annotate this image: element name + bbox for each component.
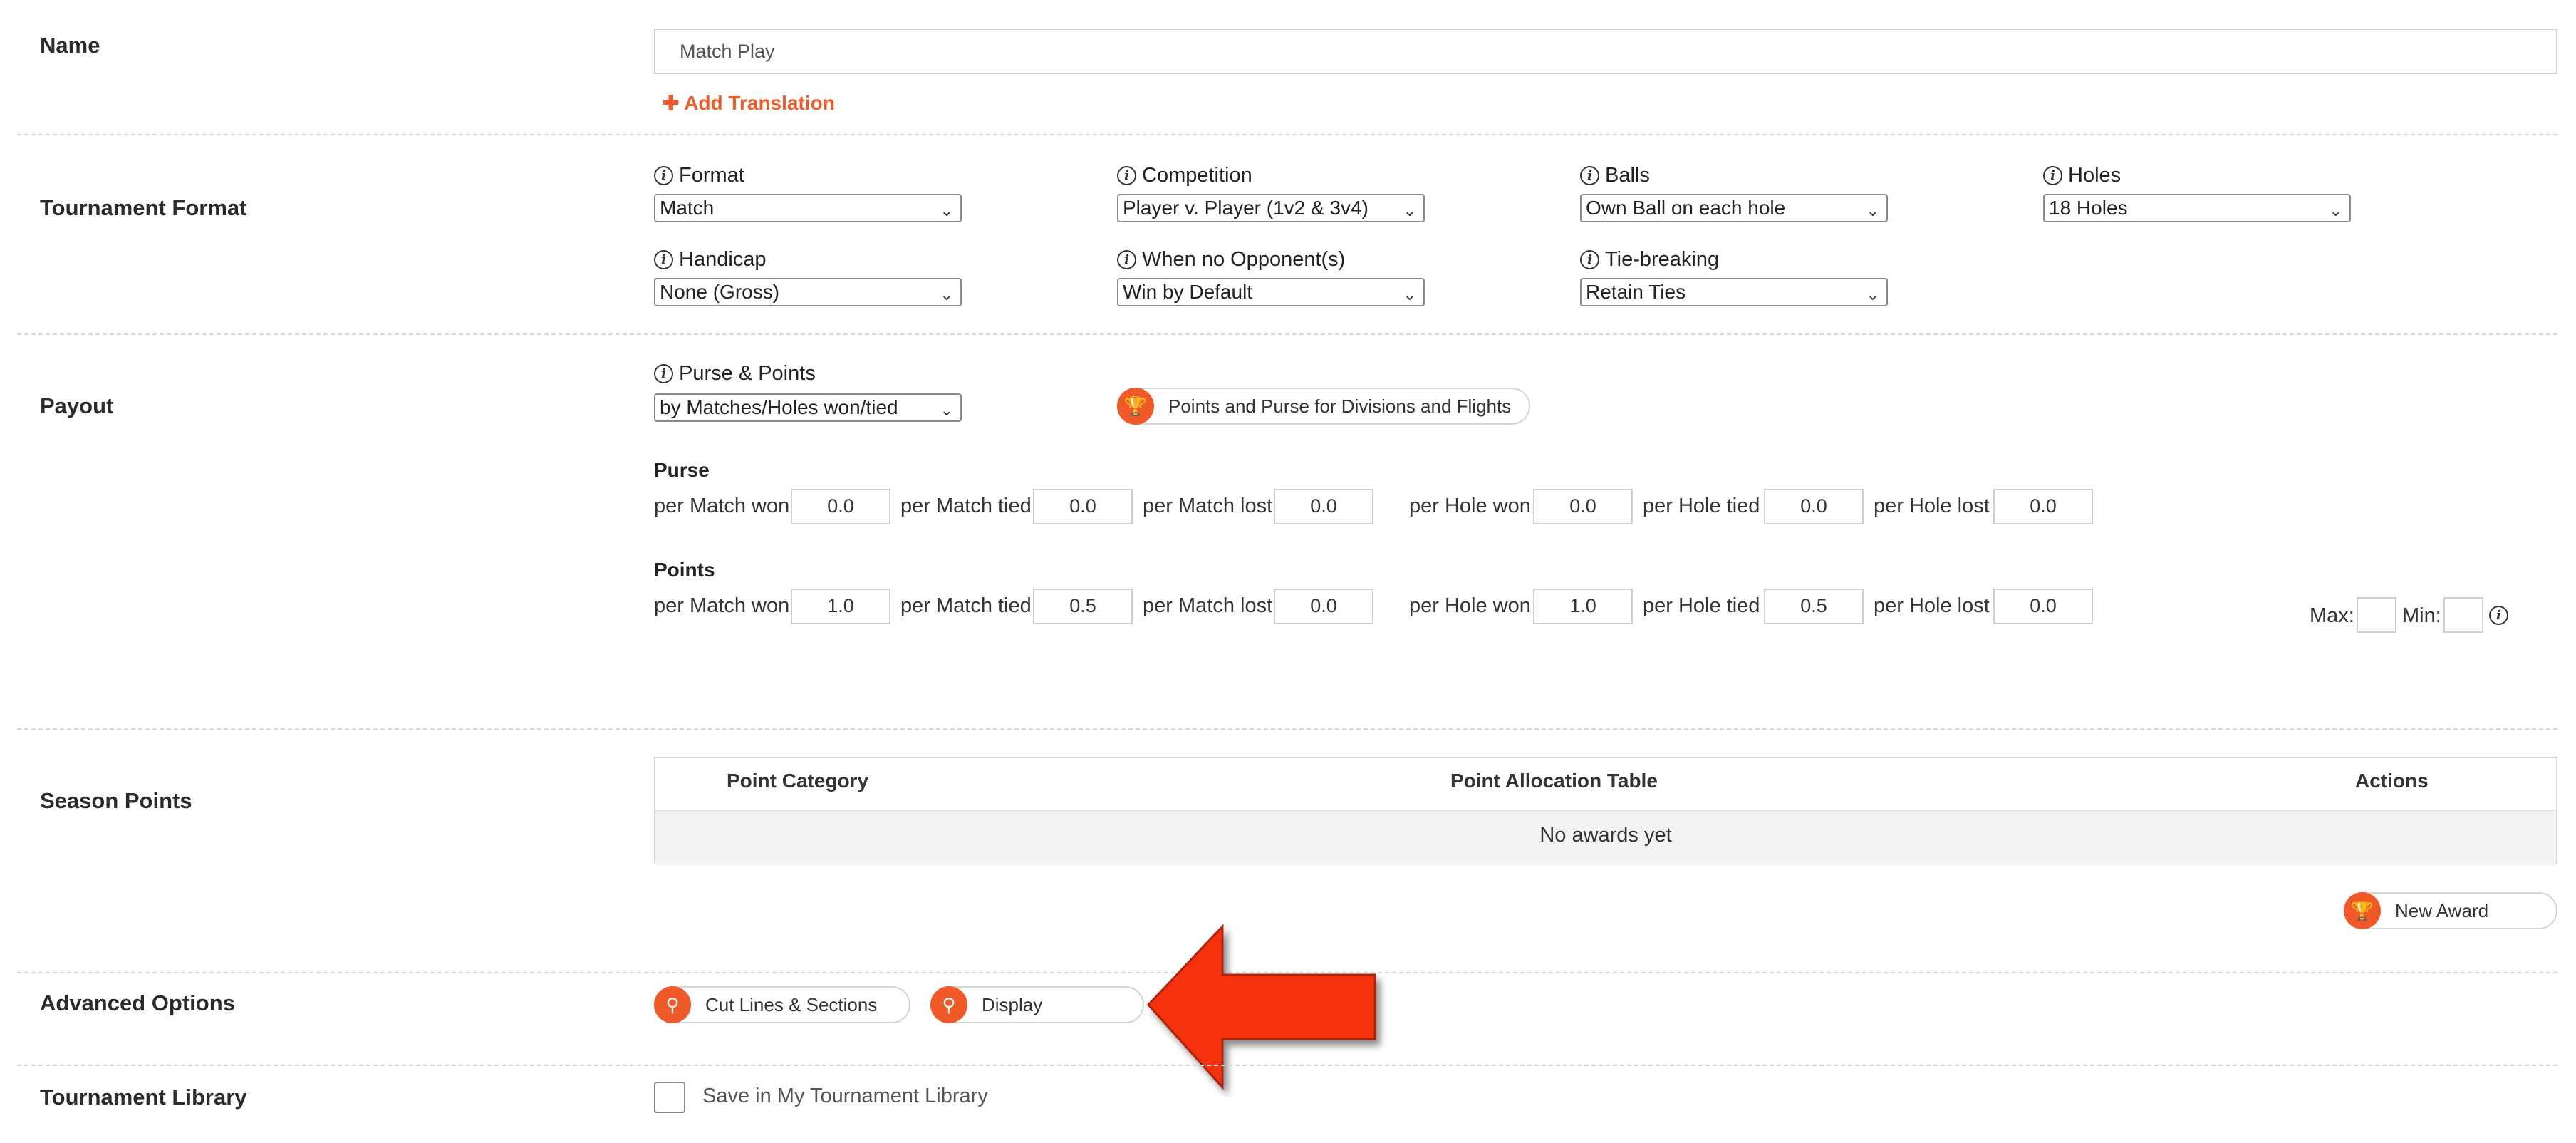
new-award-button[interactable]: 🏆 New Award [2344,892,2557,929]
points-heading: Points [654,559,715,581]
points-hole-lost-label: per Hole lost [1874,594,1990,617]
no-opponent-field-label: i When no Opponent(s) [1117,248,1345,271]
holes-select[interactable]: 18 Holes ⌄ [2043,194,2351,222]
handicap-select[interactable]: None (Gross) ⌄ [654,278,962,306]
name-section-label: Name [40,33,100,58]
chevron-down-icon: ⌄ [940,286,953,304]
handicap-field-label: i Handicap [654,248,767,271]
no-opponent-select[interactable]: Win by Default ⌄ [1117,278,1425,306]
save-library-checkbox[interactable] [654,1082,685,1113]
info-icon[interactable]: i [654,250,673,269]
points-hole-won-label: per Hole won [1409,594,1531,617]
purse-hole-won-input[interactable]: 0.0 [1533,489,1633,524]
purse-match-tied-input[interactable]: 0.0 [1033,489,1133,524]
info-icon[interactable]: i [1580,250,1599,269]
purse-hole-tied-label: per Hole tied [1643,495,1760,517]
divisions-flights-button[interactable]: 🏆 Points and Purse for Divisions and Fli… [1117,388,1530,425]
plus-icon: ✚ [663,92,680,114]
purse-match-tied-label: per Match tied [900,495,1032,517]
pin-icon: ⚲ [654,986,691,1023]
add-translation-label: Add Translation [684,92,835,114]
info-icon[interactable]: i [654,166,673,185]
season-points-table: Point Category Point Allocation Table Ac… [654,757,2557,865]
points-hole-tied-input[interactable]: 0.5 [1764,589,1864,624]
chevron-down-icon: ⌄ [1403,286,1416,304]
points-match-tied-label: per Match tied [900,594,1032,617]
info-icon[interactable]: i [1117,250,1136,269]
purse-points-field-label: i Purse & Points [654,362,816,386]
save-library-checkbox-label[interactable]: Save in My Tournament Library [702,1085,988,1108]
purse-heading: Purse [654,459,710,481]
competition-field-label: i Competition [1117,164,1252,187]
purse-match-lost-input[interactable]: 0.0 [1274,489,1373,524]
points-match-won-input[interactable]: 1.0 [791,589,890,624]
purse-hole-lost-input[interactable]: 0.0 [1993,489,2093,524]
annotation-arrow [1146,924,1376,1090]
points-max-label: Max: [2310,604,2354,627]
tournament-format-label: Tournament Format [40,195,247,220]
empty-state-text: No awards yet [1539,824,1672,847]
purse-points-select[interactable]: by Matches/Holes won/tied ⌄ [654,393,962,422]
info-icon[interactable]: i [2043,166,2062,185]
advanced-options-label: Advanced Options [40,991,235,1015]
purse-match-won-input[interactable]: 0.0 [791,489,890,524]
chevron-down-icon: ⌄ [2329,202,2342,219]
points-min-label: Min: [2402,604,2441,627]
section-divider [17,1065,2557,1066]
info-icon[interactable]: i [1580,166,1599,185]
cut-lines-button[interactable]: ⚲ Cut Lines & Sections [654,986,910,1023]
chevron-down-icon: ⌄ [1866,202,1879,219]
points-match-tied-input[interactable]: 0.5 [1033,589,1133,624]
pin-icon: ⚲ [930,986,967,1023]
holes-field-label: i Holes [2043,164,2121,187]
column-header-point-category: Point Category [727,770,869,792]
info-icon[interactable]: i [2489,606,2508,625]
section-divider [17,728,2557,730]
table-empty-row: No awards yet [655,810,2556,865]
add-translation-link[interactable]: ✚ Add Translation [663,91,835,115]
info-icon[interactable]: i [654,364,673,383]
chevron-down-icon: ⌄ [1403,202,1416,219]
column-header-actions: Actions [2355,770,2429,792]
section-divider [17,333,2557,335]
column-header-point-allocation: Point Allocation Table [1450,770,1658,792]
purse-hole-tied-input[interactable]: 0.0 [1764,489,1864,524]
chevron-down-icon: ⌄ [940,401,953,419]
display-button[interactable]: ⚲ Display [930,986,1144,1023]
trophy-icon: 🏆 [2344,892,2381,929]
section-divider [17,134,2557,135]
purse-match-lost-label: per Match lost [1143,495,1273,517]
payout-label: Payout [40,393,114,418]
purse-hole-won-label: per Hole won [1409,495,1531,517]
balls-field-label: i Balls [1580,164,1650,187]
info-icon[interactable]: i [1117,166,1136,185]
points-match-lost-label: per Match lost [1143,594,1273,617]
competition-select[interactable]: Player v. Player (1v2 & 3v4) ⌄ [1117,194,1425,222]
trophy-icon: 🏆 [1117,388,1154,425]
purse-match-won-label: per Match won [654,495,790,517]
tournament-library-label: Tournament Library [40,1085,247,1110]
season-points-label: Season Points [40,788,192,813]
tie-breaking-field-label: i Tie-breaking [1580,248,1719,271]
tournament-name-input[interactable]: Match Play [654,29,2557,74]
points-match-lost-input[interactable]: 0.0 [1274,589,1373,624]
points-hole-tied-label: per Hole tied [1643,594,1760,617]
points-min-input[interactable] [2443,597,2483,633]
points-hole-lost-input[interactable]: 0.0 [1993,589,2093,624]
format-field-label: i Format [654,164,744,187]
points-max-input[interactable] [2357,597,2396,633]
balls-select[interactable]: Own Ball on each hole ⌄ [1580,194,1888,222]
tie-breaking-select[interactable]: Retain Ties ⌄ [1580,278,1888,306]
points-match-won-label: per Match won [654,594,790,617]
chevron-down-icon: ⌄ [940,202,953,219]
format-select[interactable]: Match ⌄ [654,194,962,222]
purse-hole-lost-label: per Hole lost [1874,495,1990,517]
chevron-down-icon: ⌄ [1866,286,1879,304]
points-hole-won-input[interactable]: 1.0 [1533,589,1633,624]
